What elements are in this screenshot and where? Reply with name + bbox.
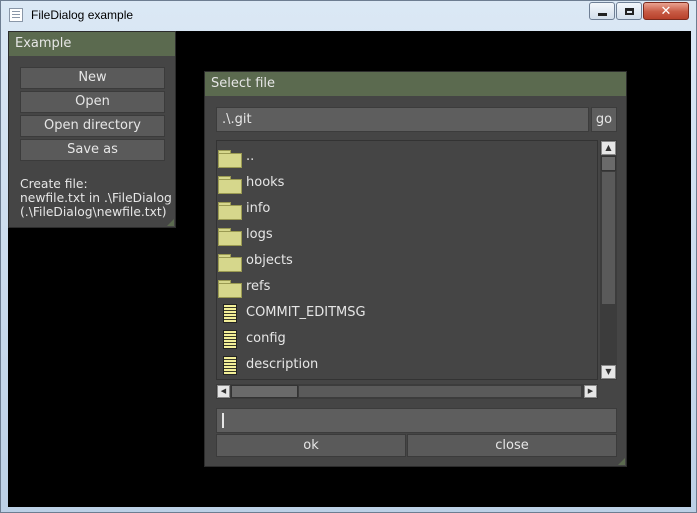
- list-item-label: logs: [246, 227, 273, 242]
- open-directory-button[interactable]: Open directory: [20, 115, 165, 137]
- list-item-label: description: [246, 357, 319, 372]
- app-window: FileDialog example ✕ Example New Open Op…: [0, 0, 697, 513]
- list-item-label: hooks: [246, 175, 285, 190]
- list-item-label: COMMIT_EDITMSG: [246, 305, 366, 320]
- folder-icon: [218, 202, 242, 220]
- status-line: newfile.txt in .\FileDialog: [20, 191, 172, 205]
- vertical-scrollbar[interactable]: ▲ ▼: [600, 140, 617, 380]
- app-icon: [9, 8, 23, 22]
- list-item-label: refs: [246, 279, 271, 294]
- list-item[interactable]: logs: [217, 223, 597, 249]
- folder-icon: [218, 254, 242, 272]
- horizontal-scroll-thumb[interactable]: [231, 385, 298, 398]
- example-panel: Example New Open Open directory Save as …: [8, 31, 176, 228]
- app-canvas: Example New Open Open directory Save as …: [8, 31, 691, 507]
- list-item[interactable]: COMMIT_EDITMSG: [217, 301, 597, 327]
- vertical-scroll-track[interactable]: [602, 172, 615, 304]
- resize-grip-icon[interactable]: [618, 458, 625, 465]
- minimize-icon: [597, 12, 607, 16]
- maximize-button[interactable]: [616, 2, 642, 20]
- list-item-label: config: [246, 331, 286, 346]
- close-button[interactable]: close: [407, 434, 617, 457]
- list-item-label: info: [246, 201, 271, 216]
- horizontal-scrollbar[interactable]: ◀ ▶: [216, 384, 598, 399]
- list-item[interactable]: hooks: [217, 171, 597, 197]
- path-input[interactable]: .\.git: [216, 107, 589, 132]
- go-button[interactable]: go: [591, 107, 617, 132]
- file-list[interactable]: .. hooks info logs objects refs COMMIT_E…: [216, 140, 598, 380]
- select-file-dialog: Select file .\.git go .. hooks info logs…: [204, 71, 627, 467]
- file-icon: [223, 330, 237, 349]
- filename-input[interactable]: [216, 408, 617, 433]
- scroll-left-icon[interactable]: ◀: [217, 385, 230, 398]
- dialog-title[interactable]: Select file: [205, 72, 626, 96]
- folder-icon: [218, 280, 242, 298]
- scroll-up-icon[interactable]: ▲: [601, 141, 616, 155]
- save-as-button[interactable]: Save as: [20, 139, 165, 161]
- folder-icon: [218, 150, 242, 168]
- vertical-scroll-thumb[interactable]: [601, 156, 616, 171]
- folder-icon: [218, 228, 242, 246]
- open-button[interactable]: Open: [20, 91, 165, 113]
- list-item[interactable]: info: [217, 197, 597, 223]
- folder-icon: [218, 176, 242, 194]
- horizontal-scroll-track[interactable]: [299, 386, 581, 397]
- close-icon: ✕: [660, 3, 672, 19]
- list-item-label: objects: [246, 253, 293, 268]
- maximize-icon: [624, 7, 634, 15]
- file-icon: [223, 356, 237, 375]
- window-close-button[interactable]: ✕: [643, 2, 689, 20]
- minimize-button[interactable]: [589, 2, 615, 20]
- ok-button[interactable]: ok: [216, 434, 406, 457]
- example-panel-title[interactable]: Example: [9, 32, 175, 56]
- list-item[interactable]: refs: [217, 275, 597, 301]
- list-item[interactable]: description: [217, 353, 597, 379]
- new-button[interactable]: New: [20, 67, 165, 89]
- scroll-down-icon[interactable]: ▼: [601, 365, 616, 379]
- status-line: (.\FileDialog\newfile.txt): [20, 205, 167, 219]
- text-caret: [222, 413, 224, 428]
- resize-grip-icon[interactable]: [167, 219, 174, 226]
- list-item[interactable]: objects: [217, 249, 597, 275]
- list-item[interactable]: config: [217, 327, 597, 353]
- status-text: Create file: newfile.txt in .\FileDialog…: [20, 177, 172, 219]
- list-item[interactable]: ..: [217, 145, 597, 171]
- window-titlebar[interactable]: FileDialog example ✕: [1, 1, 696, 31]
- window-title: FileDialog example: [31, 8, 134, 22]
- status-line: Create file:: [20, 177, 88, 191]
- file-icon: [223, 304, 237, 323]
- list-item-label: ..: [246, 149, 255, 164]
- scroll-right-icon[interactable]: ▶: [584, 385, 597, 398]
